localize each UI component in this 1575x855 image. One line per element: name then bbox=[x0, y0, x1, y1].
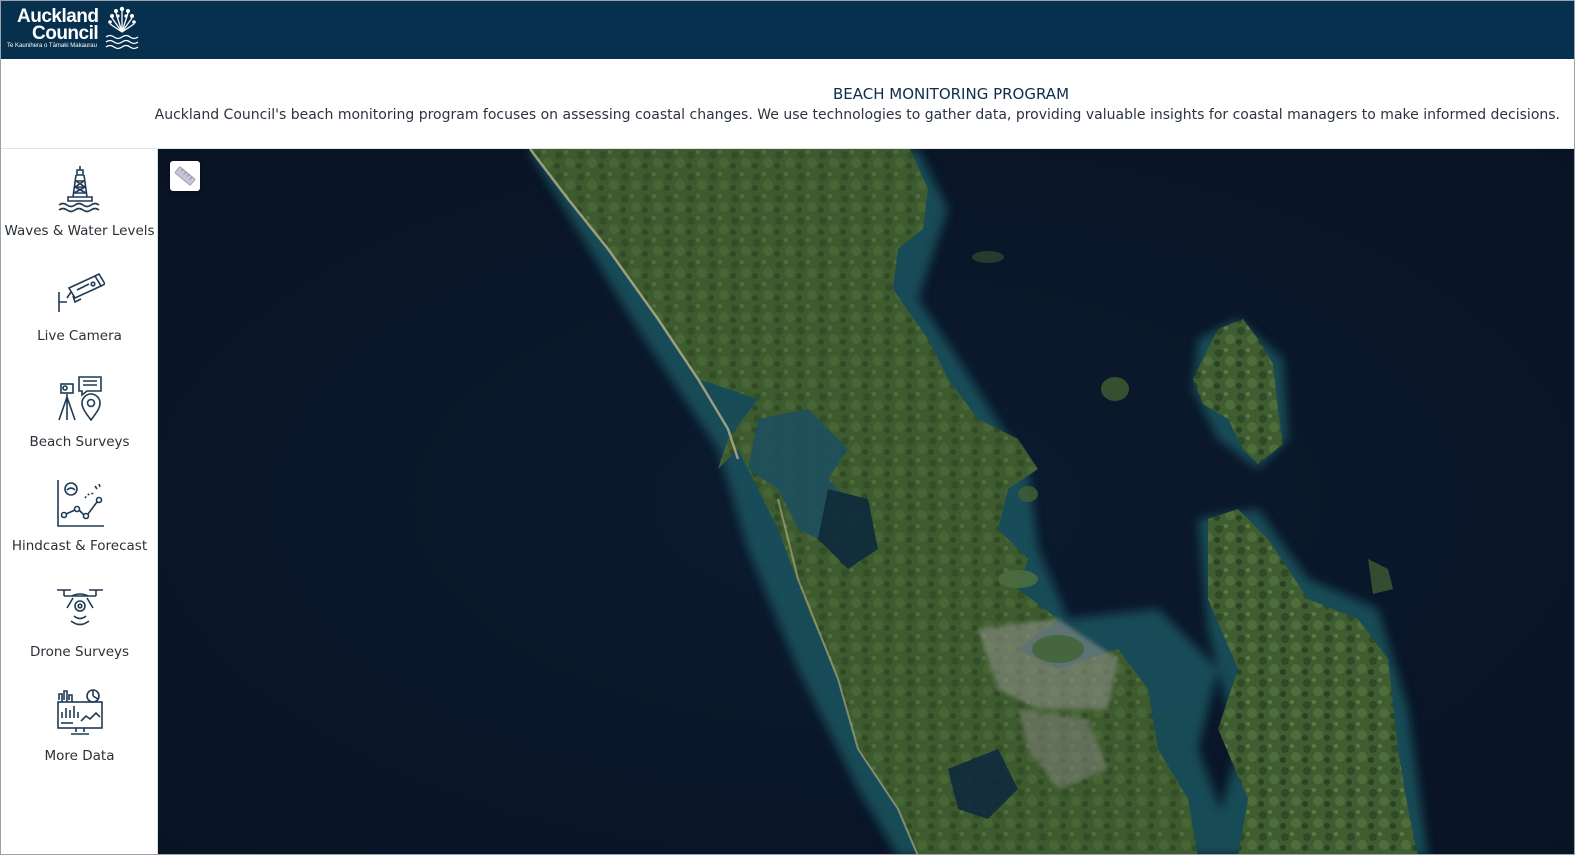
sidebar-item-more-data[interactable]: More Data bbox=[1, 674, 158, 774]
sidebar-item-drone-surveys[interactable]: Drone Surveys bbox=[1, 570, 158, 670]
measure-tool-button[interactable] bbox=[170, 161, 200, 191]
logo-tagline: Te Kaunihera o Tāmaki Makaurau bbox=[7, 43, 97, 49]
sidebar-item-beach-surveys[interactable]: Beach Surveys bbox=[1, 360, 158, 460]
security-camera-icon bbox=[57, 272, 105, 312]
app-window: Auckland Council Te Kaunihera o Tāmaki M… bbox=[0, 0, 1575, 855]
sidebar-item-waves-water-levels[interactable]: Waves & Water Levels bbox=[1, 149, 158, 249]
survey-tripod-pin-icon bbox=[57, 376, 102, 422]
ruler-icon bbox=[174, 166, 196, 186]
auckland-council-logo[interactable]: Auckland Council Te Kaunihera o Tāmaki M… bbox=[7, 4, 147, 54]
buoy-waves-icon bbox=[58, 166, 99, 213]
top-bar: Auckland Council Te Kaunihera o Tāmaki M… bbox=[1, 1, 1574, 59]
dashboard-monitor-icon bbox=[56, 689, 103, 735]
logo-text-line2: Council bbox=[32, 23, 99, 44]
page-title: BEACH MONITORING PROGRAM bbox=[832, 85, 1070, 103]
sidebar-item-hindcast-forecast[interactable]: Hindcast & Forecast bbox=[1, 464, 158, 564]
pohutukawa-icon bbox=[105, 6, 139, 50]
sidebar-item-label: Hindcast & Forecast bbox=[11, 538, 148, 554]
map-imagery bbox=[158, 149, 1574, 854]
sidebar: Waves & Water Levels Live Camera Beach S… bbox=[1, 149, 158, 854]
sidebar-item-live-camera[interactable]: Live Camera bbox=[1, 254, 158, 354]
drone-icon bbox=[56, 589, 103, 626]
sidebar-item-label: Waves & Water Levels bbox=[4, 223, 155, 239]
forecast-chart-icon bbox=[56, 480, 104, 527]
page-header: BEACH MONITORING PROGRAM Auckland Counci… bbox=[1, 59, 1574, 149]
sidebar-item-label: Drone Surveys bbox=[29, 644, 130, 660]
sidebar-item-label: Beach Surveys bbox=[29, 434, 130, 450]
satellite-map[interactable] bbox=[158, 149, 1574, 854]
sidebar-item-label: More Data bbox=[44, 748, 115, 764]
sidebar-item-label: Live Camera bbox=[37, 328, 122, 344]
page-description: Auckland Council's beach monitoring prog… bbox=[154, 107, 1560, 123]
